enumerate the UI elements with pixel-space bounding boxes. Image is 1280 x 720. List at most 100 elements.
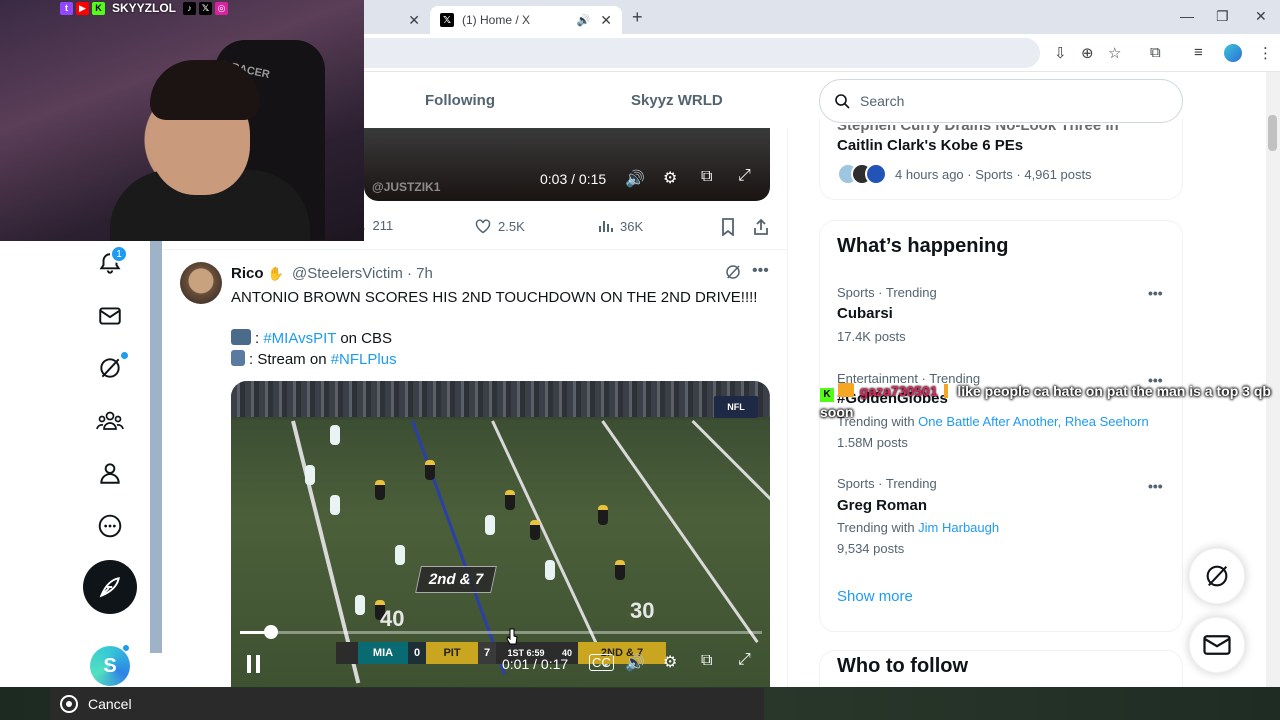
captions-icon[interactable]: CC [589,654,614,671]
avatar [865,163,887,185]
pip-icon[interactable]: ⧉ [701,652,712,670]
reply-count[interactable]: ↓211 [360,218,393,233]
feather-icon [99,577,120,598]
compose-post-button[interactable] [83,560,137,614]
pause-icon[interactable] [246,654,262,679]
kick-icon: K [92,1,105,15]
top-story-title: Caitlin Clark's Kobe 6 PEs [837,137,1024,154]
video-timestamp: 0:03 / 0:15 [540,171,607,187]
install-app-icon[interactable]: ⇩ [1054,44,1067,62]
tweet-author-avatar[interactable] [180,262,222,304]
tweet-handle-time[interactable]: @SteelersVictim · 7h [292,265,433,282]
player-dolphins [330,495,340,515]
away-team: MIA [358,642,408,664]
like-count[interactable]: 2.5K [474,218,525,234]
player-steelers [505,490,515,510]
mouse-cursor-icon [506,628,518,651]
page-scrollbar-thumb[interactable] [1268,115,1277,151]
trend-posts: 9,534 posts [837,541,905,556]
settings-gear-icon[interactable]: ⚙ [663,652,677,672]
minimize-icon[interactable]: — [1180,8,1194,24]
grok-float-button[interactable] [1189,548,1245,604]
settings-gear-icon[interactable]: ⚙ [663,168,677,188]
trend-context: Trending with Jim Harbaugh [837,520,1000,535]
restore-icon[interactable]: ❐ [1216,8,1229,25]
media-control-icon[interactable]: ≡ [1194,44,1203,61]
trend-more-icon[interactable]: ••• [1148,478,1163,494]
bookmark-icon[interactable] [720,218,736,236]
cancel-button[interactable]: Cancel [50,688,764,720]
messages-icon[interactable] [92,298,128,334]
extensions-icon[interactable]: ⧉ [1150,44,1161,61]
player-dolphins [305,465,315,485]
browser-tab-active[interactable]: 𝕏 (1) Home / X 🔊 ✕ [430,6,622,34]
tab-close-icon[interactable]: ✕ [600,12,612,29]
grok-icon[interactable] [724,263,742,286]
video-timestamp: 0:01 / 0:17 [502,656,569,672]
top-story-avatars [837,163,889,185]
hashtag-link[interactable]: #NFLPlus [331,351,397,368]
tweet-divider [162,249,788,250]
scorebug: MIA 0 PIT 7 1ST 6:59 40 2ND & 7 [336,642,666,664]
player-steelers [425,460,435,480]
player-steelers [530,520,540,540]
window-close-icon[interactable]: ✕ [1255,8,1267,25]
player-dolphins [355,595,365,615]
tab-audio-icon[interactable]: 🔊 [577,14,591,27]
trend-posts: 17.4K posts [837,329,906,344]
away-score: 0 [408,642,426,664]
instagram-icon: ◎ [215,1,229,15]
views-chart-icon [599,221,613,232]
tab-skyyz-wrld[interactable]: Skyyz WRLD [631,92,723,109]
zoom-icon[interactable]: ⊕ [1081,44,1094,62]
player-steelers [615,560,625,580]
streamer-hair [150,60,260,120]
page-scrollbar[interactable] [1266,72,1280,687]
address-bar[interactable] [300,38,1040,68]
hashtag-link[interactable]: #MIAvsPIT [263,330,336,347]
tab-following[interactable]: Following [425,92,495,109]
chat-username: gaza730501 [859,383,938,399]
volume-icon[interactable]: 🔊 [625,169,645,189]
browser-profile-avatar[interactable] [1224,44,1242,62]
search-input[interactable]: Search [819,79,1183,123]
views-count[interactable]: 36K [598,218,643,234]
messages-float-button[interactable] [1189,617,1245,673]
verified-hand-icon: ✋ [267,266,284,281]
share-icon[interactable] [752,218,770,236]
x-logo-icon: 𝕏 [440,13,454,27]
tweet-more-icon[interactable]: ••• [752,262,769,280]
more-options-icon[interactable] [92,508,128,544]
trend-meta: Sports · Trending [837,476,937,491]
yard-number: 30 [630,598,655,623]
account-status-dot [122,644,130,652]
account-avatar[interactable]: S [90,646,130,686]
show-more-link[interactable]: Show more [837,588,913,605]
twitch-icon: t [60,1,73,15]
fullscreen-icon[interactable]: ⤢ [738,651,751,669]
channel-name: SKYYZLOL [112,1,177,15]
youtube-icon: ▶ [76,1,89,15]
communities-icon[interactable] [92,403,128,439]
tweet-line-stream: : Stream on #NFLPlus [231,350,397,368]
trend-name[interactable]: Cubarsi [837,305,893,322]
profile-icon[interactable] [92,455,128,491]
sidebar-scrollbar[interactable] [150,241,162,653]
phone-emoji-icon [231,350,245,366]
video-progress-track[interactable] [240,631,762,634]
trend-name[interactable]: Greg Roman [837,497,927,514]
browser-menu-icon[interactable]: ⋮ [1258,44,1273,62]
home-score: 7 [478,642,496,664]
volume-icon[interactable]: 🔊 [625,653,645,673]
x-icon: 𝕏 [199,1,213,15]
new-tab-button[interactable]: + [632,7,643,28]
trend-more-icon[interactable]: ••• [1148,285,1163,301]
fullscreen-icon[interactable]: ⤢ [738,167,751,185]
bookmark-star-icon[interactable]: ☆ [1108,44,1121,62]
tweet-author-name[interactable]: Rico ✋ [231,265,284,282]
video-scrubber-handle[interactable] [264,625,278,639]
pip-icon[interactable]: ⧉ [701,168,712,186]
video-watermark: @JUSTZIK1 [372,180,441,194]
tab-close-icon[interactable]: ✕ [408,12,420,29]
trend-posts: 1.58M posts [837,435,908,450]
